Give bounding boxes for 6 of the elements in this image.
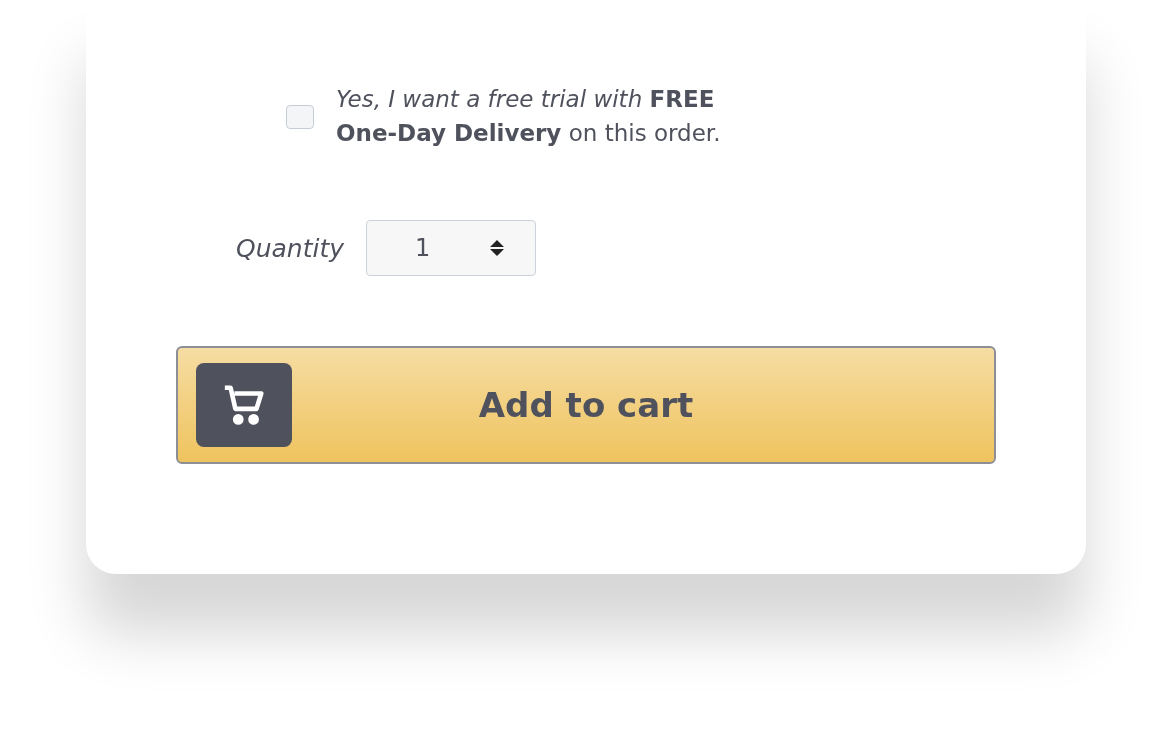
quantity-select[interactable]: 1	[366, 220, 537, 276]
quantity-label: Quantity	[236, 233, 345, 263]
add-to-cart-button[interactable]: Add to cart	[176, 346, 996, 464]
trial-offer-text: Yes, I want a free trial with FREE One-Day Delivery on this order.	[336, 85, 722, 148]
sort-icon	[489, 239, 506, 257]
checkbox[interactable]	[286, 104, 314, 129]
